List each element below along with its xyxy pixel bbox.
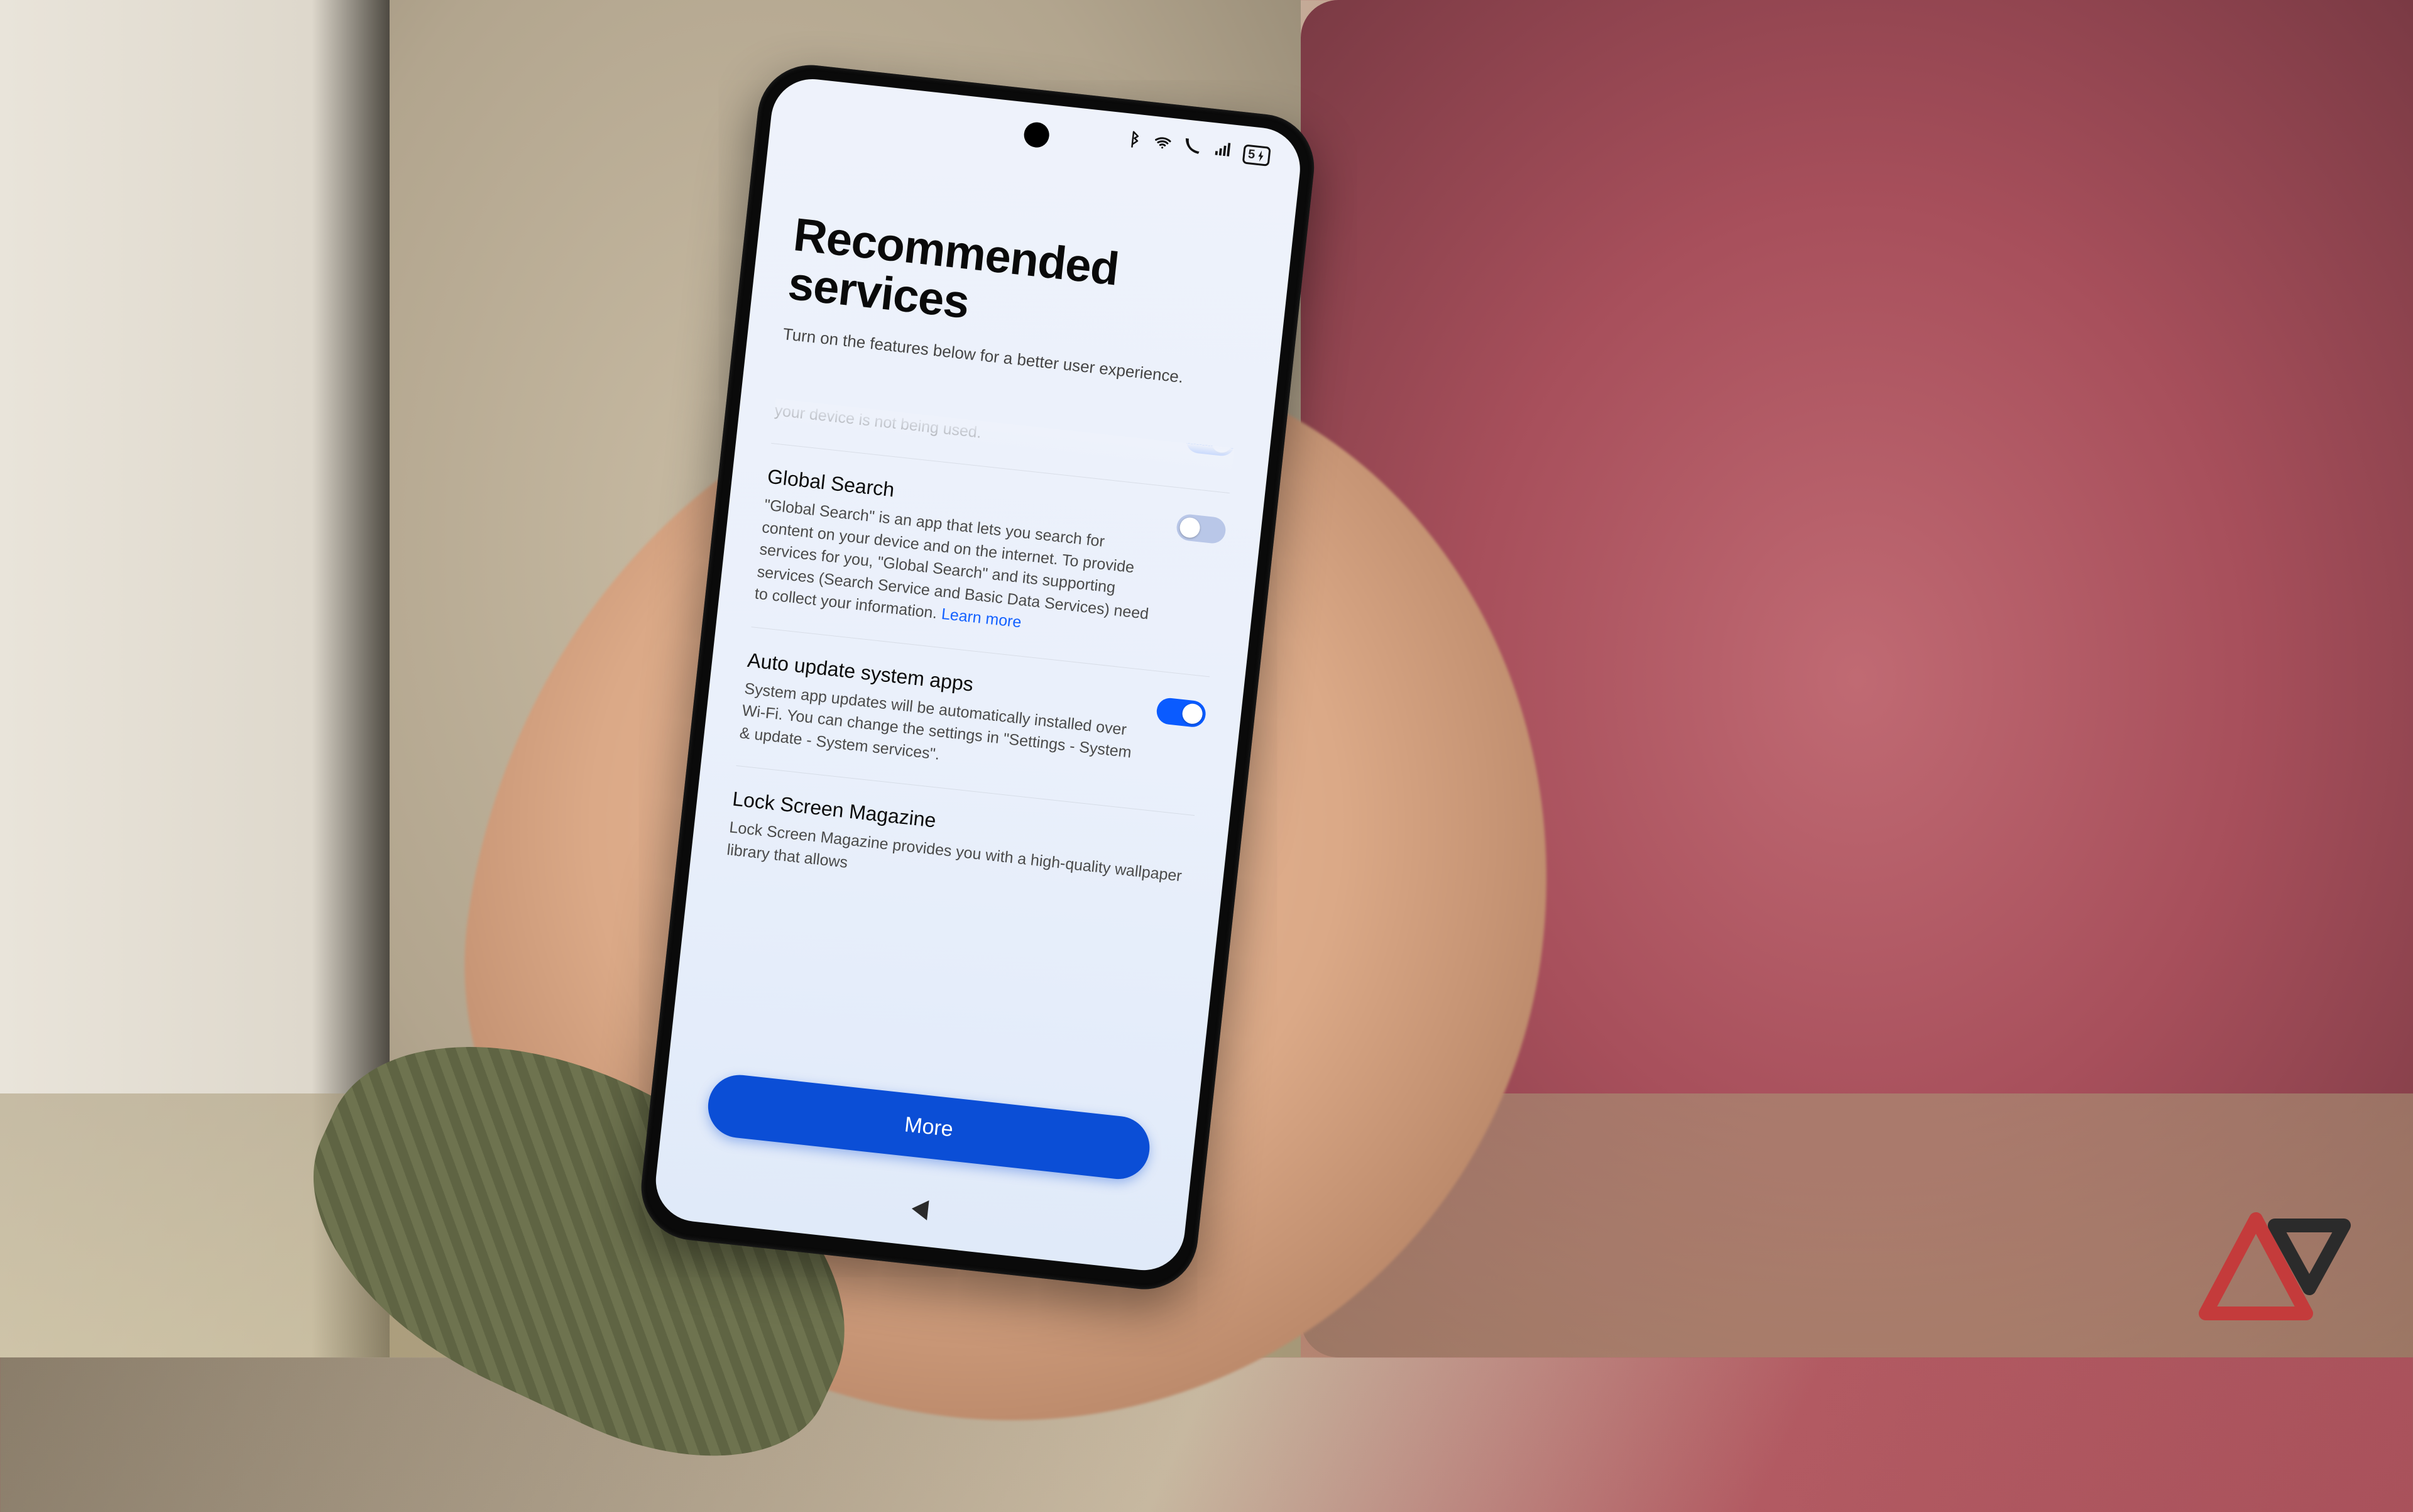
signal-icon bbox=[1212, 139, 1233, 164]
page-content: Recommended services Turn on the feature… bbox=[694, 210, 1256, 1202]
toggle-global-search[interactable] bbox=[1175, 513, 1227, 545]
volte-icon bbox=[1182, 136, 1203, 161]
wifi-icon bbox=[1152, 133, 1173, 158]
learn-more-link[interactable]: Learn more bbox=[941, 605, 1022, 632]
battery-text: 5 bbox=[1247, 147, 1256, 162]
toggle-auto-update-night[interactable] bbox=[1185, 426, 1234, 457]
bluetooth-icon bbox=[1122, 129, 1143, 155]
battery-indicator: 5 bbox=[1242, 144, 1271, 166]
watermark-logo bbox=[2180, 1207, 2369, 1332]
nav-back-icon[interactable] bbox=[911, 1198, 929, 1220]
toggle-auto-update-apps[interactable] bbox=[1156, 697, 1207, 728]
phone-screen: 5 Recommended services Turn on the featu… bbox=[652, 75, 1304, 1274]
